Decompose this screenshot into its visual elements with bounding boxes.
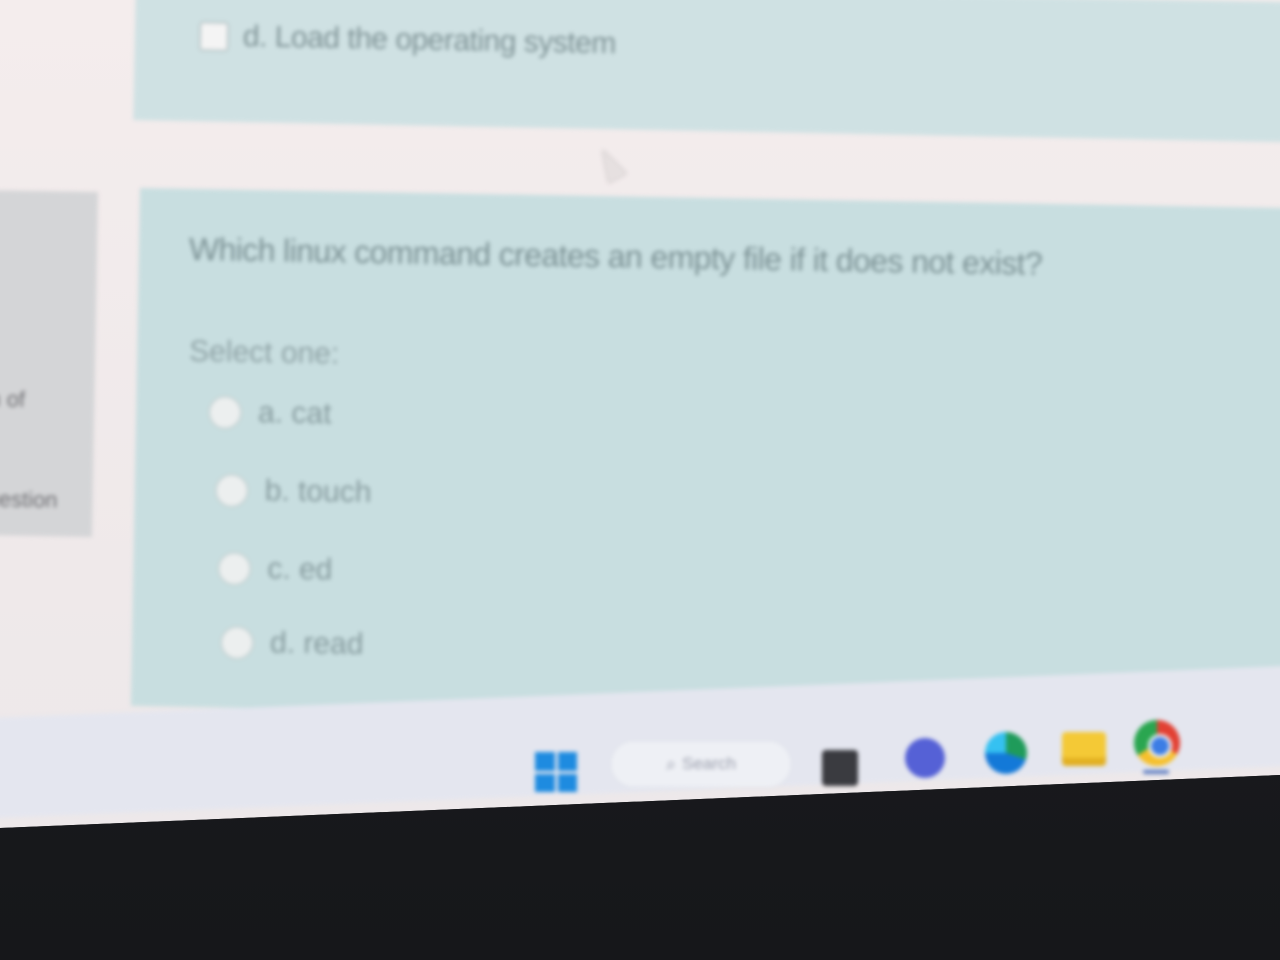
previous-question-card: d. Load the operating system: [133, 0, 1280, 143]
windows-start-icon[interactable]: [535, 752, 577, 792]
search-label: Search: [682, 754, 736, 773]
answer-option-d[interactable]: d. read: [219, 625, 364, 661]
search-icon: ⌕: [666, 753, 677, 774]
previous-option-d[interactable]: d. Load the operating system: [198, 19, 617, 61]
quiz-navigation-panel: n of uestion: [0, 190, 98, 538]
taskbar-search[interactable]: ⌕ Search: [610, 740, 792, 788]
question-card: Which linux command creates an empty fil…: [130, 188, 1280, 727]
answer-label: d. read: [269, 626, 364, 661]
nav-text-fragment: uestion: [0, 486, 58, 513]
previous-option-d-label: d. Load the operating system: [242, 20, 617, 61]
mouse-cursor-icon: [593, 145, 627, 183]
question-text: Which linux command creates an empty fil…: [188, 230, 1043, 282]
active-app-indicator: [1143, 770, 1169, 774]
radio-button[interactable]: [219, 625, 255, 661]
edge-icon[interactable]: [985, 732, 1027, 774]
answer-option-b[interactable]: b. touch: [214, 473, 372, 510]
radio-button[interactable]: [214, 473, 250, 508]
answer-option-a[interactable]: a. cat: [207, 395, 332, 431]
answer-label: c. ed: [267, 552, 333, 587]
radio-button[interactable]: [217, 551, 252, 586]
checkbox[interactable]: [198, 21, 230, 52]
answer-label: a. cat: [257, 396, 332, 431]
photos-icon[interactable]: [822, 750, 858, 786]
file-explorer-icon[interactable]: [1062, 732, 1106, 766]
radio-button[interactable]: [207, 395, 243, 430]
nav-text-fragment: n of: [0, 386, 26, 412]
chrome-icon[interactable]: [1134, 720, 1180, 766]
chat-icon[interactable]: [905, 738, 945, 778]
answer-option-c[interactable]: c. ed: [217, 551, 333, 587]
select-one-prompt: Select one:: [188, 334, 340, 371]
answer-label: b. touch: [264, 474, 372, 510]
